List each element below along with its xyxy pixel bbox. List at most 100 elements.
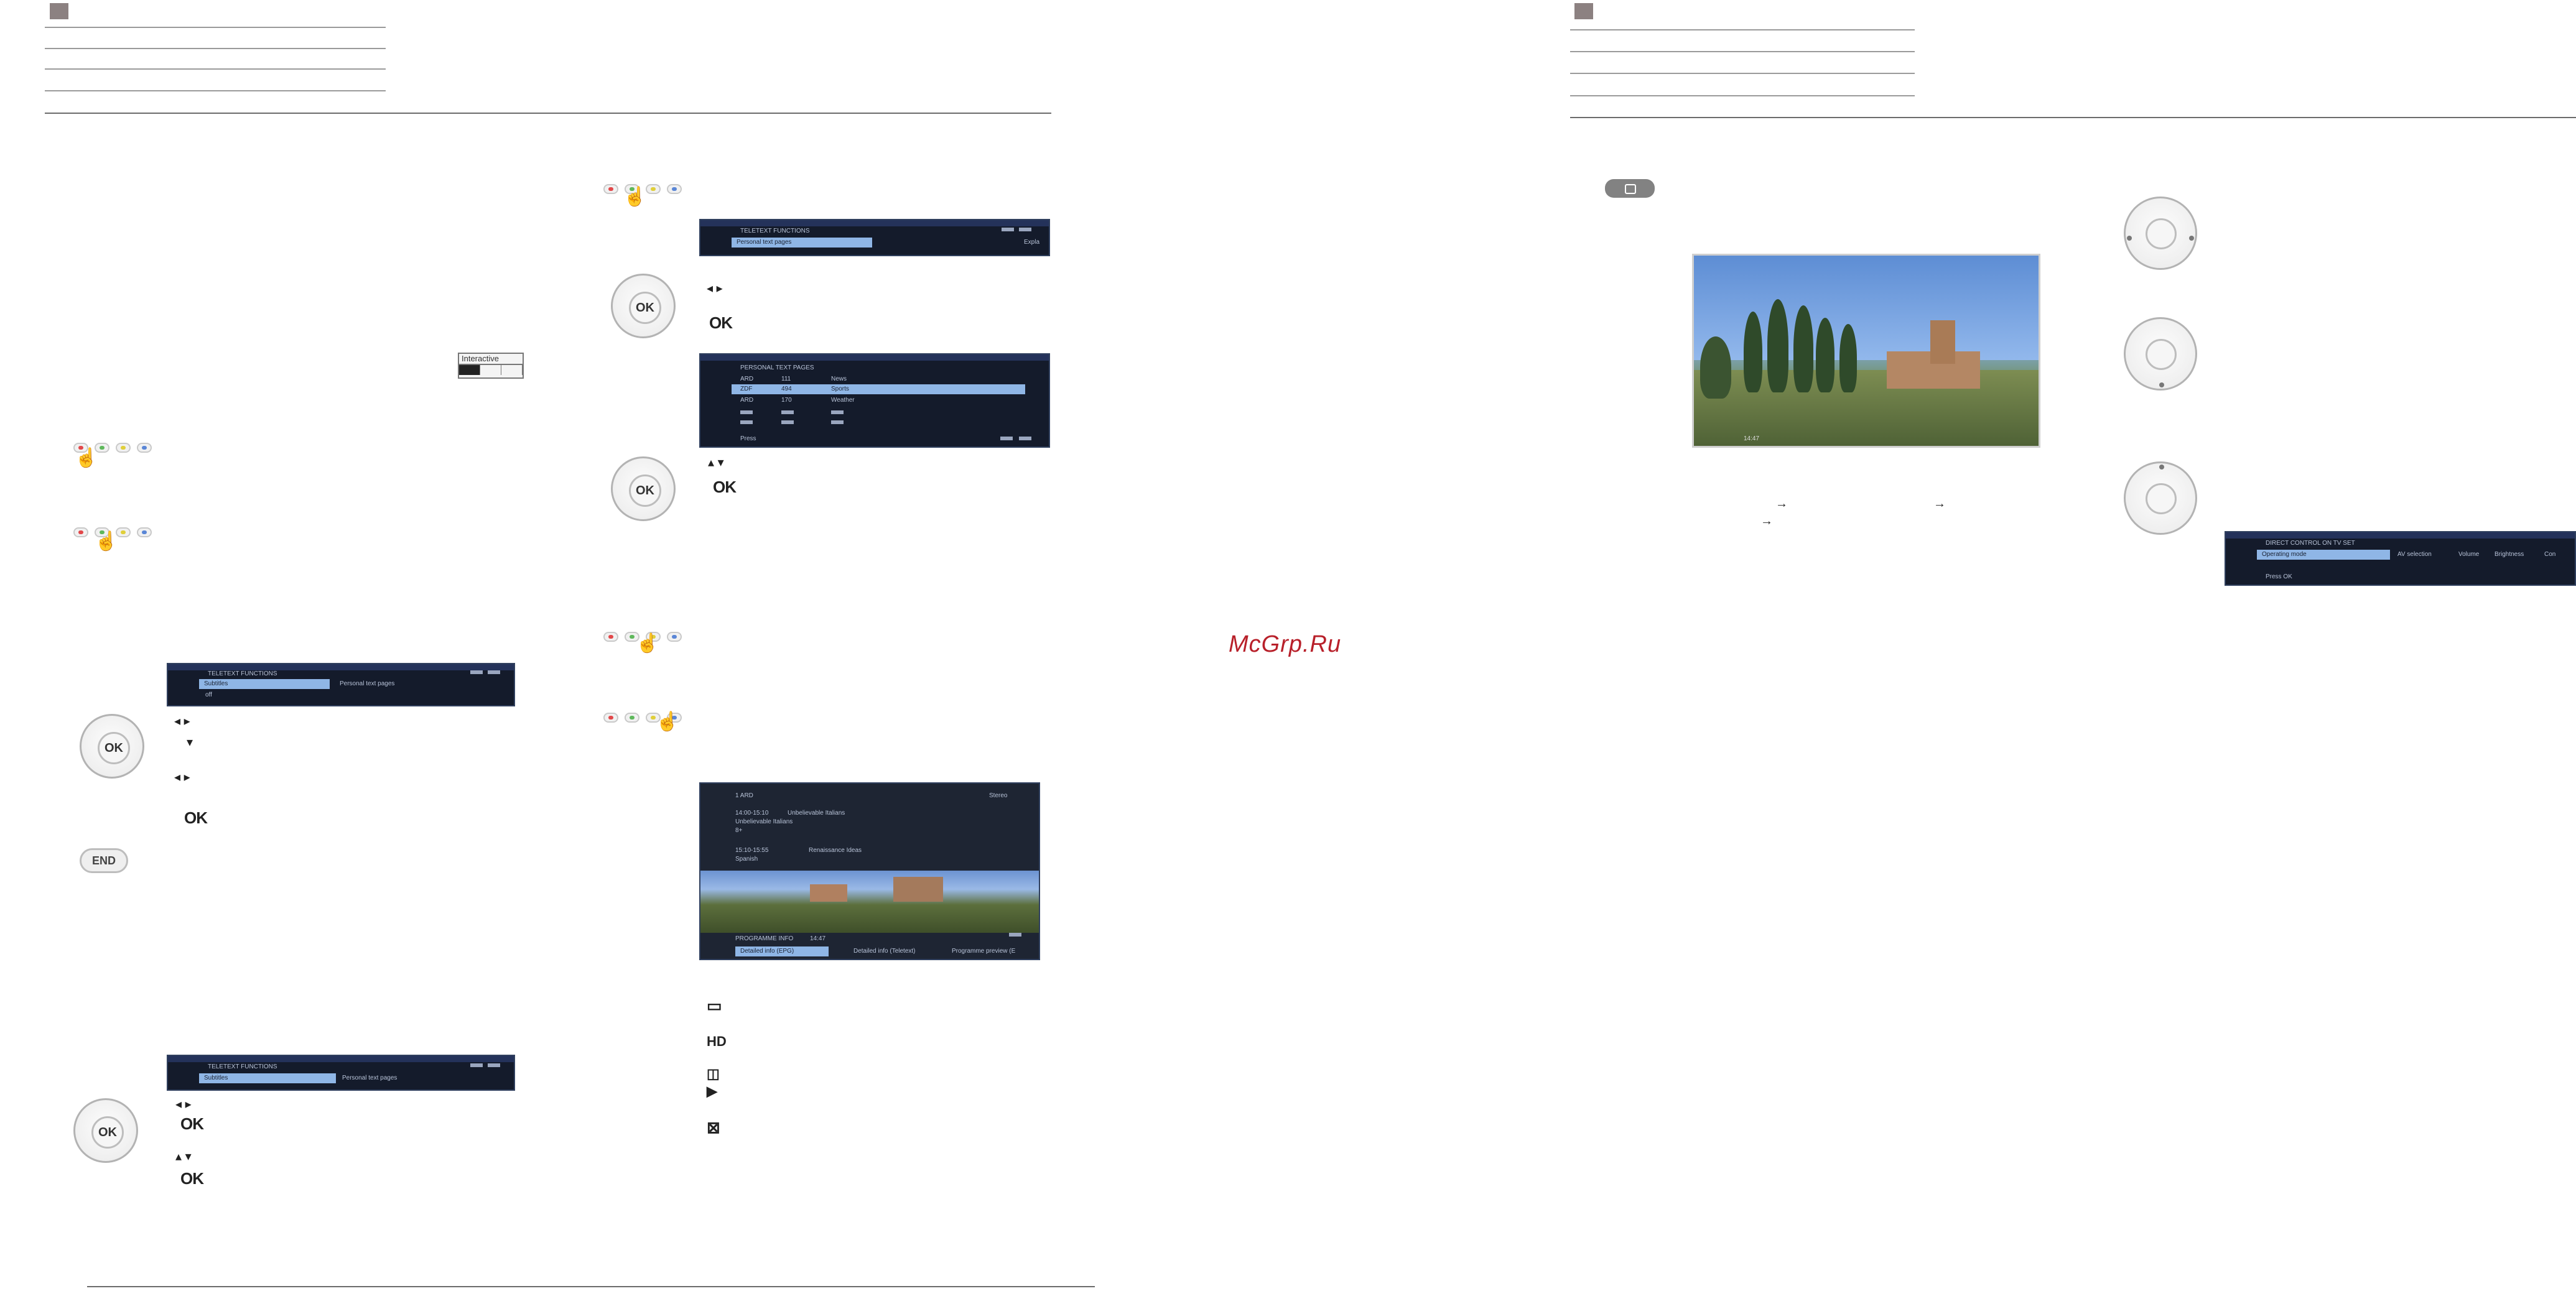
photo-tree [1700, 336, 1731, 399]
tv-control-pad[interactable] [2124, 197, 2197, 270]
channel-name: 1 ARD [735, 792, 753, 799]
subtitle-icon: ▭ [707, 996, 722, 1015]
menu-item-subtitles[interactable]: Subtitles [199, 679, 330, 689]
menu-footer: Press [740, 435, 756, 442]
menu-item-right: Expla [1024, 239, 1040, 246]
programme-preview-image [700, 871, 1039, 933]
ok-center-button[interactable]: OK [629, 292, 661, 324]
teletext-functions-subtitles-menu: TELETEXT FUNCTIONS Subtitles Personal te… [167, 663, 515, 706]
center-button[interactable] [2146, 218, 2177, 249]
row-2-col-3: Weather [831, 397, 855, 404]
option-contrast[interactable]: Con [2544, 551, 2555, 558]
green-key-icon[interactable] [625, 713, 639, 723]
header-col-1: ARD [740, 376, 754, 382]
row-1-col-3: Sports [831, 386, 849, 392]
pointer-down-icon [2159, 382, 2164, 387]
red-key-icon[interactable] [73, 527, 88, 537]
interactive-indicator-label: Interactive [459, 354, 523, 365]
ok-center-button[interactable]: OK [629, 474, 661, 507]
up-down-arrows: ▴ ▾ [708, 456, 724, 470]
menu-footer: Press OK [2266, 573, 2292, 580]
pointer-left-icon [2127, 236, 2132, 241]
prog1-time: 14:00-15:10 [735, 810, 769, 817]
ok-label: OK [709, 313, 733, 332]
tab-detailed-epg[interactable]: Detailed info (EPG) [735, 946, 829, 956]
dolby-icon: ◫ [707, 1066, 720, 1081]
direct-control-menu: DIRECT CONTROL ON TV SET Operating mode … [2225, 531, 2576, 586]
down-arrow: ▾ [187, 736, 193, 749]
center-button[interactable] [2146, 339, 2177, 370]
header-col-3: News [831, 376, 847, 382]
blue-key-icon[interactable] [137, 443, 152, 453]
menu-title: TELETEXT FUNCTIONS [208, 670, 277, 677]
header-rule-2 [1570, 51, 1915, 52]
left-right-arrows: ◂ ▸ [175, 1098, 192, 1111]
teletext-functions-top-menu: TELETEXT FUNCTIONS Personal text pages E… [699, 219, 1050, 256]
option-av-selection[interactable]: AV selection [2397, 551, 2432, 558]
programme-info-screen: 1 ARD Stereo 14:00-15:10 Unbelievable It… [699, 782, 1040, 960]
footer-time: 14:47 [810, 935, 826, 942]
navigation-pad[interactable]: OK [80, 714, 144, 779]
header-rule-long [1570, 117, 2576, 118]
menu-title: PERSONAL TEXT PAGES [740, 364, 814, 371]
row-2-col-1: ARD [740, 397, 754, 404]
navigation-pad[interactable]: OK [611, 274, 676, 338]
menu-item-operating-mode[interactable]: Operating mode [2257, 550, 2390, 560]
tab-detailed-teletext[interactable]: Detailed info (Teletext) [853, 948, 916, 955]
hand-pointer-icon: ☝ [95, 531, 118, 552]
header-marker [50, 3, 68, 19]
photo-time: 14:47 [1744, 435, 1760, 442]
personal-text-pages-menu: PERSONAL TEXT PAGES ARD 111 News ZDF 494… [699, 353, 1050, 448]
ok-label: OK [180, 1114, 204, 1133]
header-rule-3 [1570, 73, 1915, 74]
menu-item-sub: off [205, 692, 212, 698]
row-1-col-2: 494 [781, 386, 792, 392]
red-key-icon[interactable] [603, 184, 618, 194]
menu-title: DIRECT CONTROL ON TV SET [2266, 540, 2355, 547]
header-rule-4 [1570, 95, 1915, 96]
blue-key-icon[interactable] [137, 527, 152, 537]
tv-control-pad[interactable] [2124, 317, 2197, 391]
photo-tree [1793, 305, 1813, 392]
left-right-arrows: ◂ ▸ [174, 715, 190, 728]
photo-tree [1744, 312, 1762, 392]
yellow-key-icon[interactable] [646, 184, 661, 194]
teletext-functions-bottom-menu: TELETEXT FUNCTIONS Subtitles Personal te… [167, 1055, 515, 1091]
ok-center-button[interactable]: OK [98, 732, 130, 764]
header-rule-1 [45, 27, 386, 28]
hand-pointer-icon: ☝ [656, 711, 679, 732]
yellow-key-icon[interactable] [116, 443, 131, 453]
prog2-title: Renaissance Ideas [809, 847, 862, 854]
interactive-indicator: Interactive [458, 353, 524, 379]
center-button[interactable] [2146, 483, 2177, 514]
navigation-pad[interactable]: OK [73, 1098, 138, 1163]
watermark: McGrp.Ru [1229, 631, 1342, 657]
tv-control-pad[interactable] [2124, 461, 2197, 535]
multichannel-icon: ▶ [707, 1083, 717, 1099]
header-rule-4 [45, 90, 386, 91]
ok-center-button[interactable]: OK [91, 1116, 124, 1149]
red-key-icon[interactable] [603, 632, 618, 642]
left-right-arrows: ◂ ▸ [707, 282, 723, 295]
menu-item-subtitles[interactable]: Subtitles [199, 1073, 336, 1083]
navigation-pad[interactable]: OK [611, 456, 676, 521]
tv-button-icon[interactable] [1605, 179, 1655, 198]
option-brightness[interactable]: Brightness [2495, 551, 2524, 558]
table-row-selected[interactable] [732, 384, 1025, 394]
footer-title: PROGRAMME INFO [735, 935, 794, 942]
row-1-col-1: ZDF [740, 386, 753, 392]
blue-key-icon[interactable] [667, 184, 682, 194]
blue-key-icon[interactable] [667, 632, 682, 642]
red-key-icon[interactable] [603, 713, 618, 723]
menu-item-personal-pages[interactable]: Personal text pages [732, 238, 872, 248]
yellow-key-icon[interactable] [116, 527, 131, 537]
tab-programme-preview[interactable]: Programme preview (E [952, 948, 1015, 955]
ok-label: OK [713, 478, 737, 496]
footer-rule [87, 1286, 1095, 1287]
end-button[interactable]: END [80, 848, 128, 873]
audio-mode: Stereo [989, 792, 1008, 799]
menu-item-value: Personal text pages [342, 1075, 398, 1081]
up-down-arrows: ▴ ▾ [175, 1150, 192, 1164]
photo-tree [1839, 324, 1857, 392]
option-volume[interactable]: Volume [2458, 551, 2479, 558]
